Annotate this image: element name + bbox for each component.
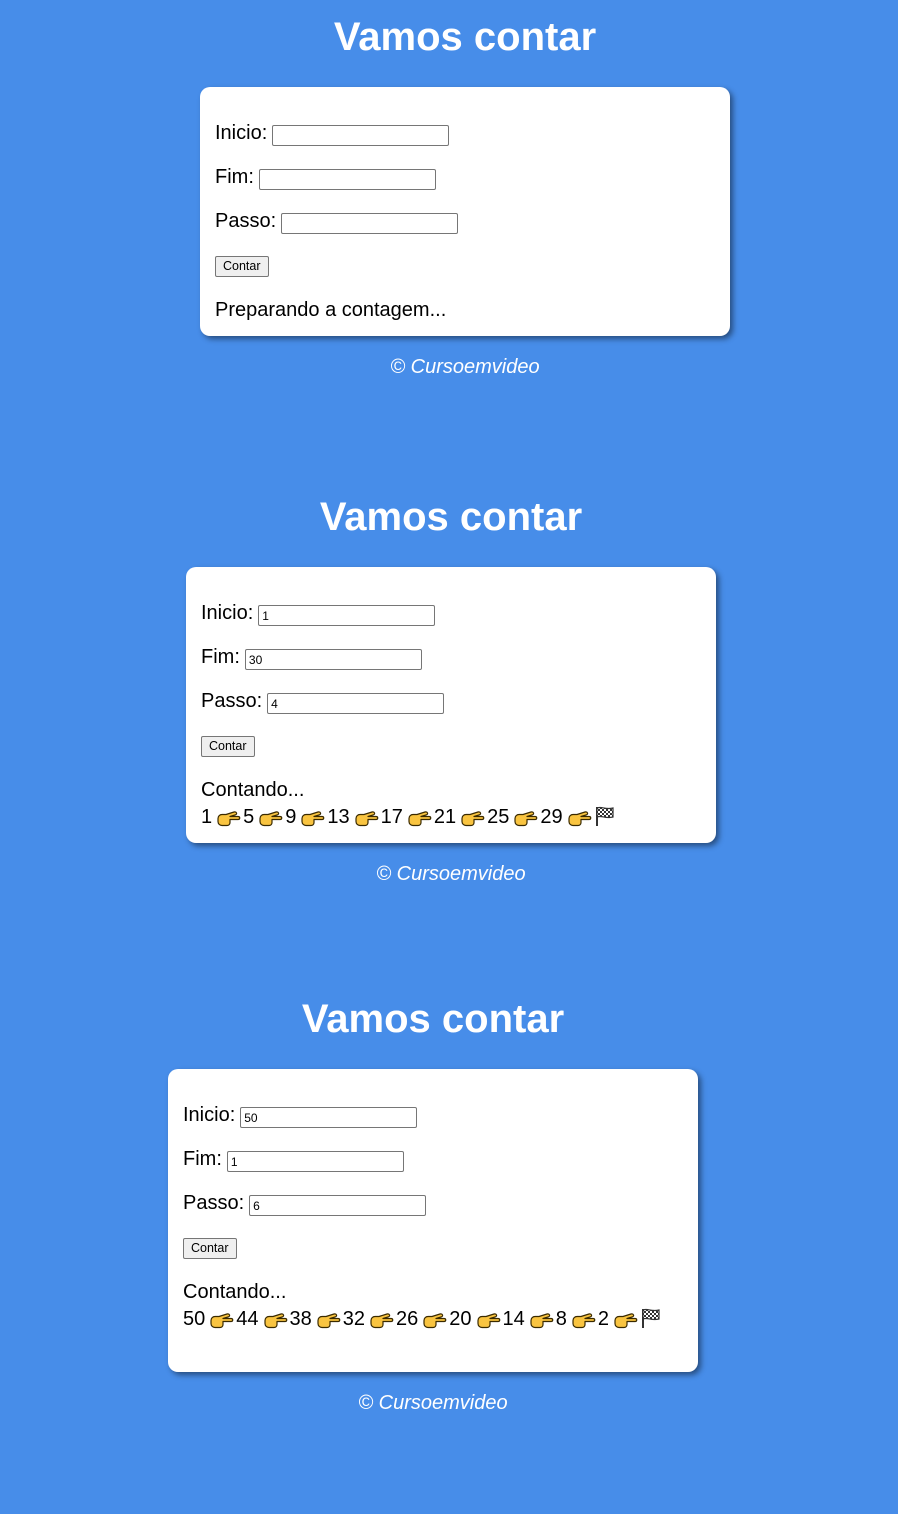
start-row: Inicio: — [183, 1103, 683, 1147]
pointing-hand-icon — [476, 1310, 501, 1337]
pointing-hand-icon — [355, 808, 379, 835]
pointing-hand-icon — [423, 1310, 447, 1337]
step-row: Passo: — [183, 1191, 683, 1235]
count-number: 32 — [342, 1307, 365, 1330]
pointing-hand-icon — [530, 1310, 554, 1337]
count-number: 9 — [285, 805, 297, 828]
count-number: 1 — [201, 805, 213, 828]
checkered-flag-icon — [594, 805, 616, 835]
result-area: Preparando a contagem... — [215, 297, 715, 324]
start-input[interactable] — [272, 125, 450, 146]
counter-card: Inicio: Fim: Passo: Contar Contando... 5… — [168, 1069, 698, 1372]
result-header: Contando... — [183, 1280, 287, 1303]
end-input[interactable] — [258, 169, 436, 190]
step-row: Passo: — [215, 209, 715, 253]
page-title: Vamos contar — [333, 15, 597, 59]
count-number: 2 — [597, 1307, 609, 1330]
pointing-hand-icon — [461, 808, 485, 835]
start-input[interactable] — [240, 1107, 418, 1128]
count-number: 8 — [555, 1307, 567, 1330]
count-number: 20 — [449, 1307, 472, 1330]
count-number: 17 — [380, 805, 403, 828]
end-row: Fim: — [215, 165, 715, 209]
pointing-hand-icon — [572, 1310, 596, 1337]
count-number: 14 — [502, 1307, 525, 1330]
result-area: Contando... 50 44 38 32 26 20 14 8 2 — [183, 1279, 683, 1337]
end-row: Fim: — [201, 645, 701, 689]
count-button[interactable]: Contar — [215, 255, 269, 277]
result-header: Contando... — [201, 778, 305, 801]
step-label: Passo: — [201, 690, 263, 712]
start-row: Inicio: — [201, 601, 701, 645]
start-label: Inicio: — [215, 122, 268, 144]
end-row: Fim: — [183, 1147, 683, 1191]
start-label: Inicio: — [201, 602, 254, 624]
pointing-hand-icon — [614, 1310, 638, 1337]
step-label: Passo: — [183, 1192, 245, 1214]
step-input[interactable] — [281, 213, 459, 234]
result-area: Contando... 1 5 9 13 17 21 25 29 — [201, 777, 701, 835]
footer-copyright: © Cursoemvideo — [358, 1392, 508, 1414]
pointing-hand-icon — [263, 1310, 288, 1337]
end-label: Fim: — [183, 1148, 222, 1170]
count-number: 26 — [396, 1307, 419, 1330]
count-button[interactable]: Contar — [201, 735, 255, 757]
end-label: Fim: — [215, 166, 254, 188]
pointing-hand-icon — [370, 1310, 394, 1337]
pointing-hand-icon — [317, 1310, 341, 1337]
step-input[interactable] — [267, 693, 445, 714]
pointing-hand-icon — [514, 808, 538, 835]
start-label: Inicio: — [183, 1104, 236, 1126]
step-label: Passo: — [215, 210, 277, 232]
count-button[interactable]: Contar — [183, 1237, 237, 1259]
count-sequence: 50 44 38 32 26 20 14 8 2 — [183, 1306, 683, 1337]
pointing-hand-icon — [301, 808, 325, 835]
pointing-hand-icon — [259, 808, 283, 835]
count-number: 13 — [327, 805, 350, 828]
footer-copyright: © Cursoemvideo — [376, 863, 526, 885]
end-label: Fim: — [201, 646, 240, 668]
checkered-flag-icon — [640, 1307, 662, 1337]
pointing-hand-icon — [217, 808, 241, 835]
page-title: Vamos contar — [319, 495, 583, 539]
result-header: Preparando a contagem... — [215, 298, 447, 321]
step-input[interactable] — [249, 1195, 427, 1216]
start-input[interactable] — [258, 605, 436, 626]
count-number: 5 — [243, 805, 255, 828]
pointing-hand-icon — [408, 808, 432, 835]
page-title: Vamos contar — [301, 997, 565, 1041]
count-number: 38 — [289, 1307, 312, 1330]
start-row: Inicio: — [215, 121, 715, 165]
count-number: 21 — [433, 805, 457, 828]
step-row: Passo: — [201, 689, 701, 733]
end-input[interactable] — [226, 1151, 404, 1172]
pointing-hand-icon — [210, 1310, 234, 1337]
counter-card: Inicio: Fim: Passo: Contar Contando... 1… — [186, 567, 716, 843]
counter-card: Inicio: Fim: Passo: Contar Preparando a … — [200, 87, 730, 336]
footer-copyright: © Cursoemvideo — [390, 356, 540, 378]
count-number: 29 — [540, 805, 563, 828]
count-number: 25 — [487, 805, 510, 828]
count-number: 50 — [183, 1307, 206, 1330]
count-number: 44 — [236, 1307, 259, 1330]
count-sequence: 1 5 9 13 17 21 25 29 — [201, 804, 701, 835]
end-input[interactable] — [244, 649, 422, 670]
pointing-hand-icon — [568, 808, 592, 835]
